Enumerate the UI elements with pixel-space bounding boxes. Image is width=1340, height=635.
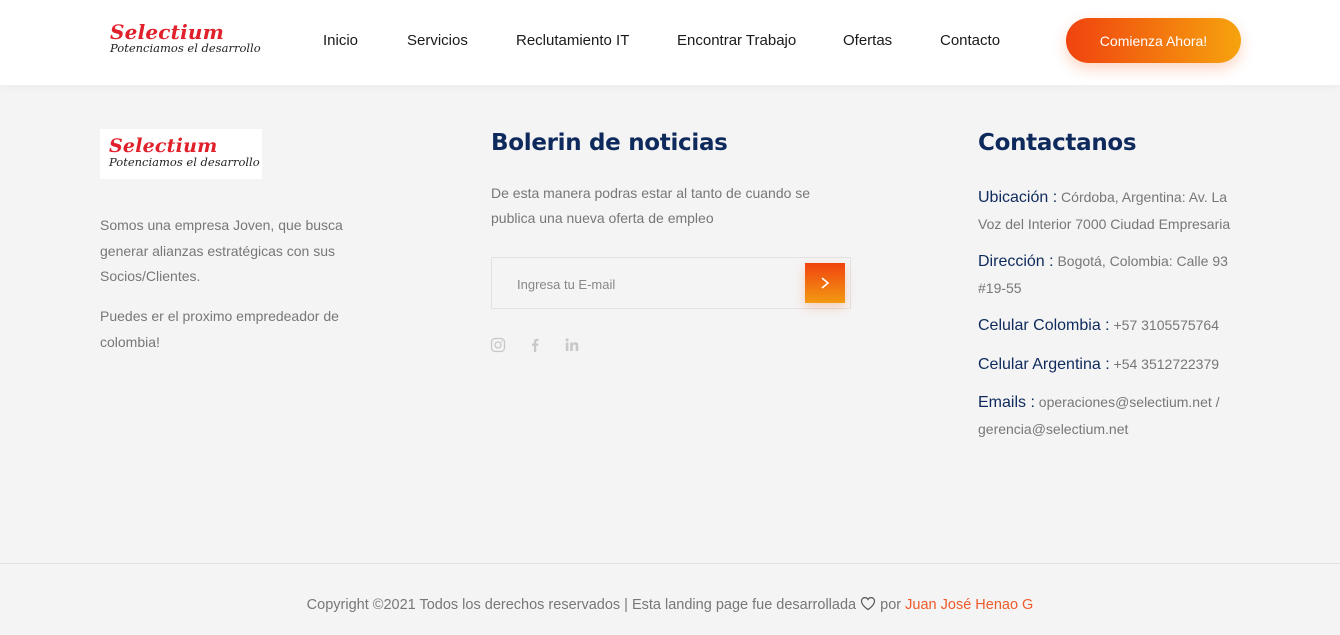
logo-title: Selectium xyxy=(110,20,225,44)
start-now-button[interactable]: Comienza Ahora! xyxy=(1066,18,1241,63)
newsletter-form xyxy=(491,257,851,309)
footer-logo[interactable]: Selectium Potenciamos el desarrollo xyxy=(100,129,262,179)
site-header: Selectium Potenciamos el desarrollo Inic… xyxy=(0,0,1340,85)
footer-logo-subtitle: Potenciamos el desarrollo xyxy=(109,155,260,169)
nav-item-inicio[interactable]: Inicio xyxy=(323,32,358,49)
facebook-icon[interactable] xyxy=(526,336,544,354)
contact-item-location: Ubicación : Córdoba, Argentina: Av. La V… xyxy=(978,184,1238,237)
instagram-icon[interactable] xyxy=(489,336,507,354)
site-logo[interactable]: Selectium Potenciamos el desarrollo xyxy=(110,22,261,55)
nav-item-encontrar-trabajo[interactable]: Encontrar Trabajo xyxy=(677,32,796,49)
contact-label: Ubicación : xyxy=(978,189,1058,206)
contact-item-phone-argentina: Celular Argentina : +54 3512722379 xyxy=(978,351,1238,378)
contact-label: Celular Colombia : xyxy=(978,317,1110,334)
linkedin-icon[interactable] xyxy=(563,336,581,354)
author-link[interactable]: Juan José Henao G xyxy=(905,597,1033,613)
footer-logo-title: Selectium xyxy=(109,135,218,157)
contact-item-address: Dirección : Bogotá, Colombia: Calle 93 #… xyxy=(978,248,1238,301)
nav-item-reclutamiento-it[interactable]: Reclutamiento IT xyxy=(516,32,629,49)
copyright-text: Copyright ©2021 Todos los derechos reser… xyxy=(306,597,857,613)
newsletter-description: De esta manera podras estar al tanto de … xyxy=(491,185,811,226)
nav-item-ofertas[interactable]: Ofertas xyxy=(843,32,892,49)
contact-value[interactable]: +57 3105575764 xyxy=(1114,317,1220,333)
contact-label: Emails : xyxy=(978,394,1035,411)
newsletter-title: Bolerin de noticias xyxy=(491,130,728,156)
contact-label: Dirección : xyxy=(978,253,1054,270)
nav-item-contacto[interactable]: Contacto xyxy=(940,32,1000,49)
footer-divider xyxy=(0,563,1340,564)
logo-subtitle: Potenciamos el desarrollo xyxy=(110,41,261,55)
contact-item-emails: Emails : operaciones@selectium.net / ger… xyxy=(978,389,1238,442)
heart-icon xyxy=(861,596,876,611)
nav-item-servicios[interactable]: Servicios xyxy=(407,32,468,49)
copyright: Copyright ©2021 Todos los derechos reser… xyxy=(0,596,1340,613)
contact-item-phone-colombia: Celular Colombia : +57 3105575764 xyxy=(978,312,1238,339)
subscribe-button[interactable] xyxy=(805,263,845,303)
about-paragraph: Puedes er el proximo empredeador de colo… xyxy=(100,308,339,350)
contact-title: Contactanos xyxy=(978,130,1137,156)
contact-value[interactable]: +54 3512722379 xyxy=(1114,356,1220,372)
chevron-right-icon xyxy=(821,277,830,289)
about-paragraph: Somos una empresa Joven, que busca gener… xyxy=(100,217,343,284)
by-text: por xyxy=(880,597,902,613)
email-input[interactable] xyxy=(506,271,796,297)
contact-label: Celular Argentina : xyxy=(978,356,1110,373)
